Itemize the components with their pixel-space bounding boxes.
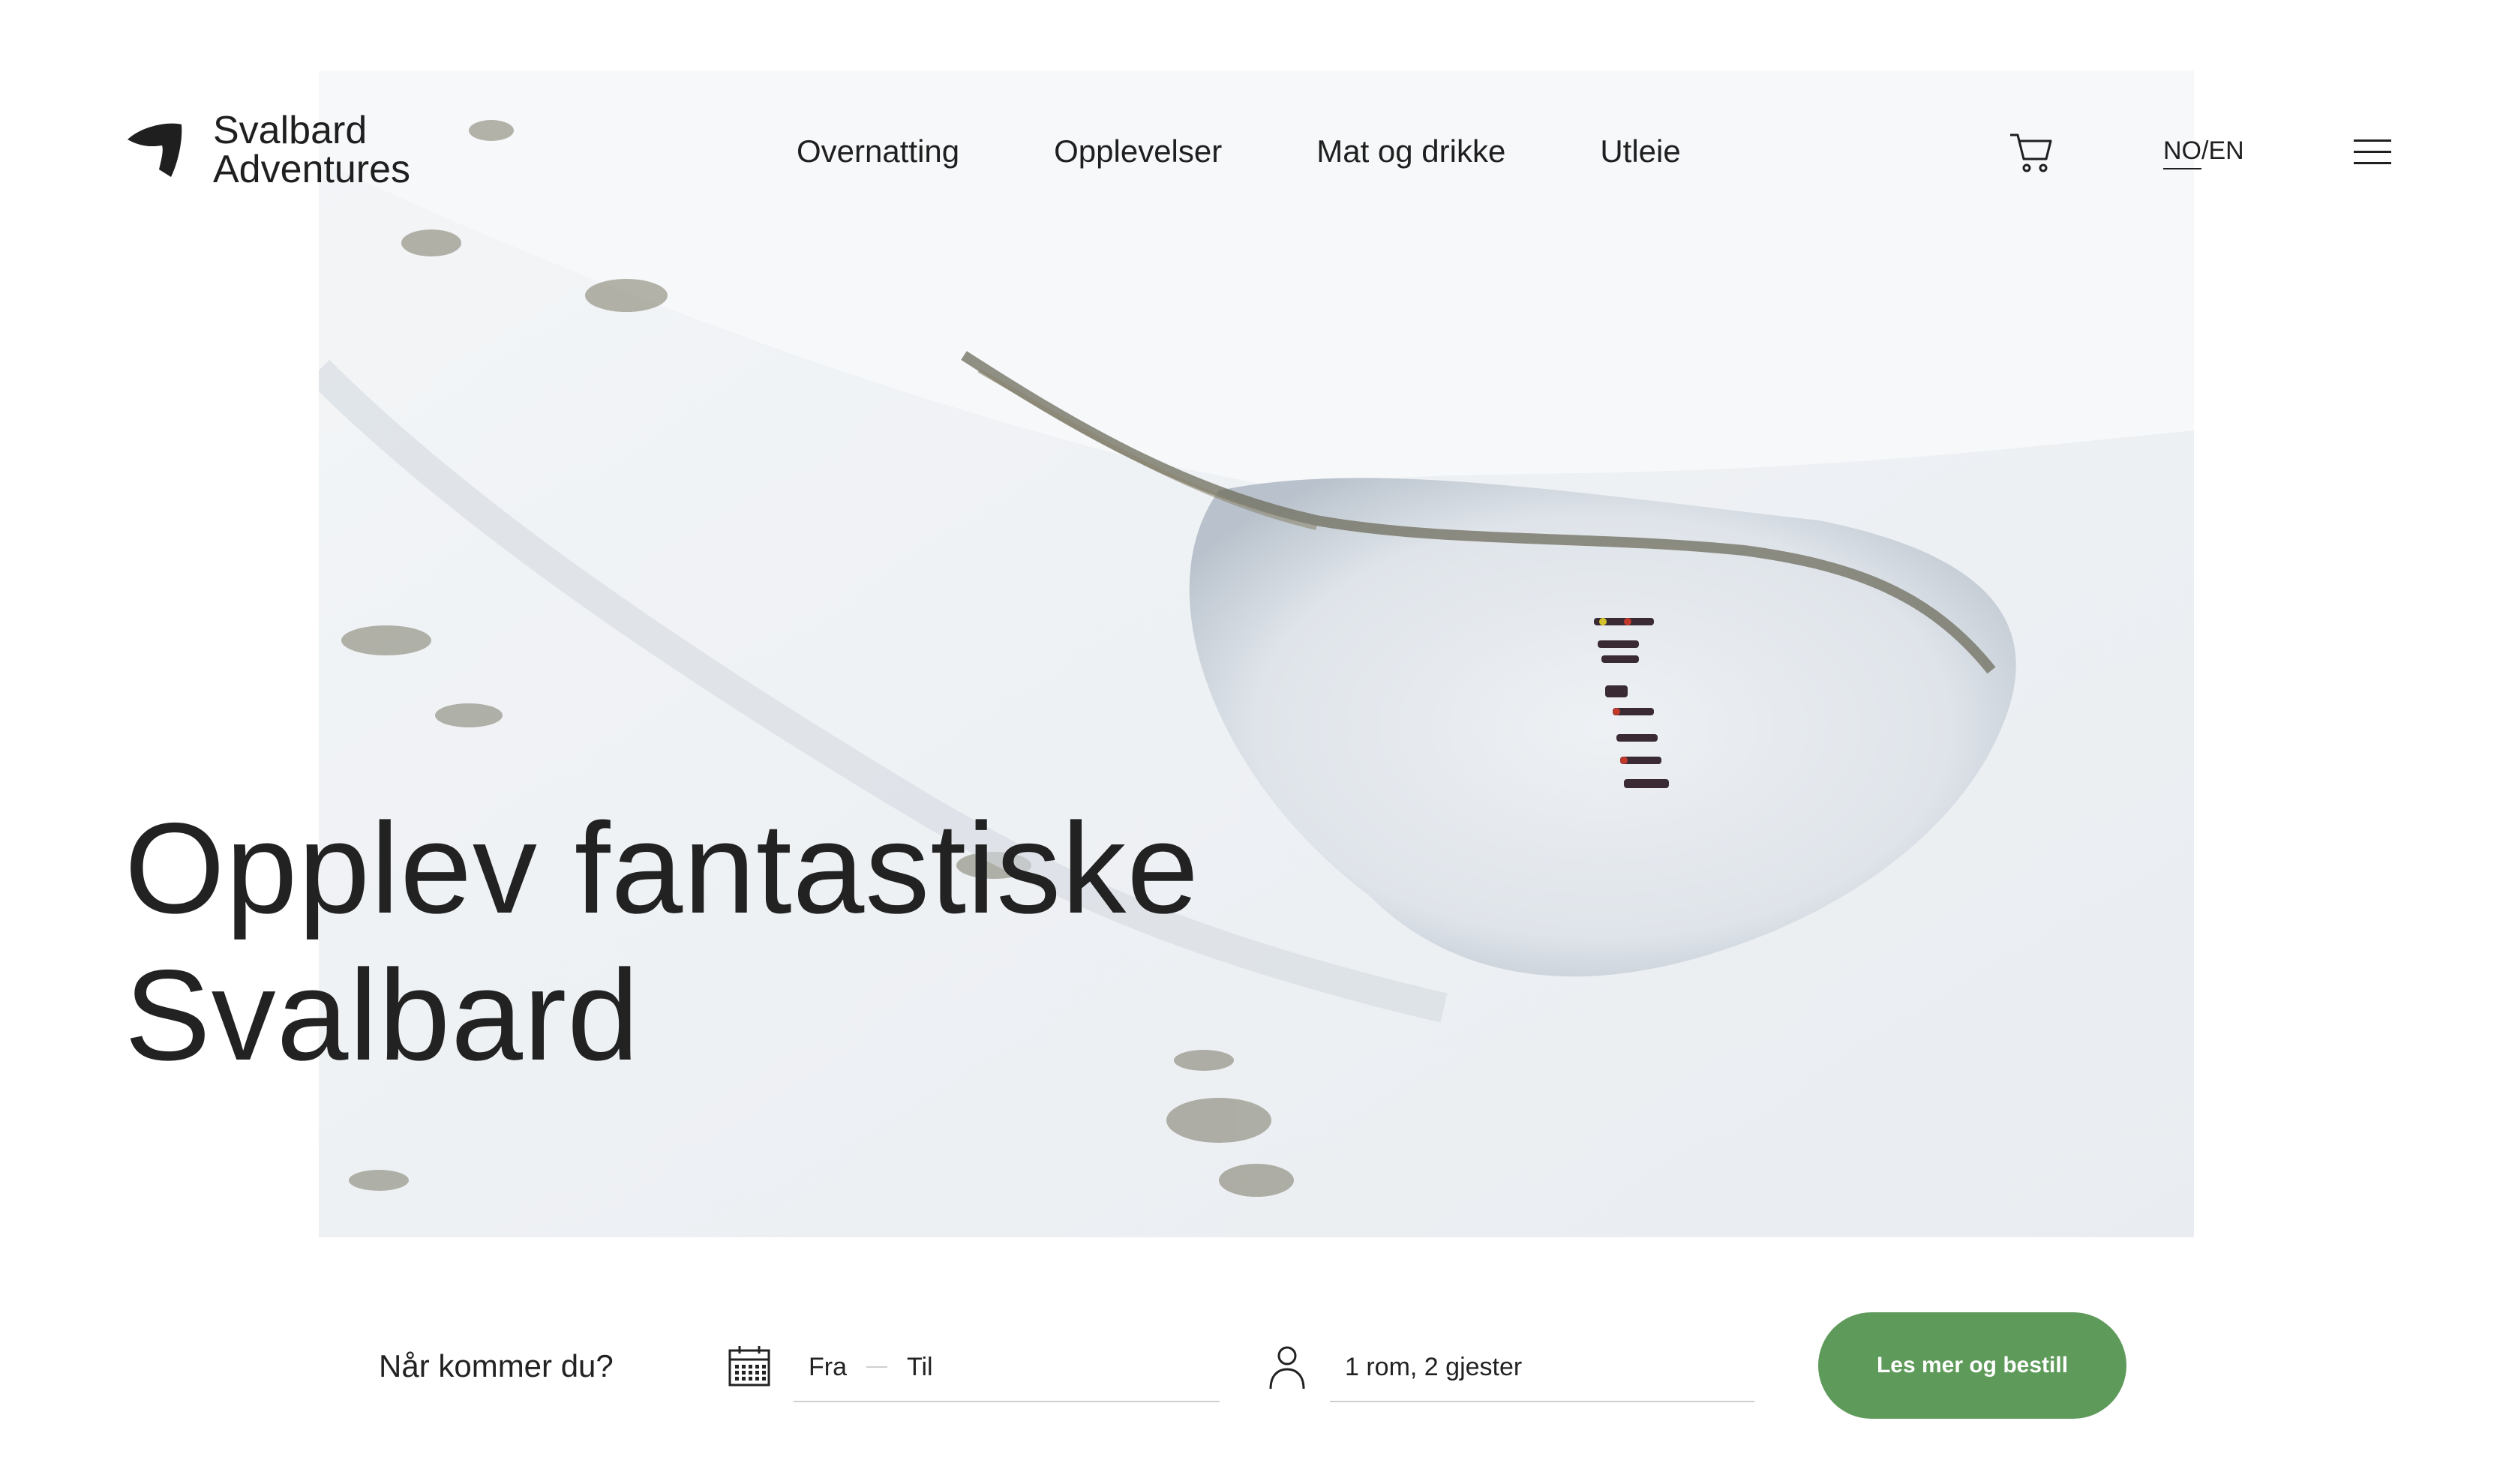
language-switcher: NO/EN — [2163, 136, 2244, 169]
date-to-placeholder[interactable]: Til — [907, 1353, 933, 1382]
arrow-logo-icon — [128, 123, 182, 177]
person-icon — [1269, 1346, 1305, 1390]
main-navigation: Overnatting Opplevelser Mat og drikke Ut… — [797, 129, 1681, 174]
menu-bar — [2354, 151, 2391, 153]
date-from-placeholder[interactable]: Fra — [809, 1353, 847, 1382]
brand-line-1: Svalbard — [213, 109, 368, 152]
date-range-field[interactable]: Fra Til — [794, 1333, 1220, 1402]
booking-question: Når kommer du? — [379, 1348, 614, 1384]
guests-field[interactable]: 1 rom, 2 gjester — [1330, 1333, 1754, 1402]
nav-item-utleie[interactable]: Utleie — [1600, 129, 1680, 174]
calendar-icon[interactable] — [728, 1345, 771, 1388]
lang-no[interactable]: NO — [2163, 136, 2201, 169]
date-separator — [866, 1366, 887, 1368]
nav-item-overnatting[interactable]: Overnatting — [797, 129, 959, 174]
hamburger-menu-icon[interactable] — [2354, 139, 2391, 166]
brand-name: Svalbard Adventures — [213, 111, 410, 189]
nav-item-opplevelser[interactable]: Opplevelser — [1054, 129, 1222, 174]
brand-logo[interactable]: Svalbard Adventures — [125, 111, 410, 189]
lang-en[interactable]: EN — [2208, 136, 2243, 165]
menu-bar — [2354, 162, 2391, 164]
hero-headline-line-2: Svalbard — [125, 943, 640, 1087]
guests-value: 1 rom, 2 gjester — [1345, 1352, 1523, 1381]
brand-line-2: Adventures — [213, 148, 411, 191]
cart-icon[interactable] — [2009, 129, 2055, 175]
nav-item-mat-og-drikke[interactable]: Mat og drikke — [1316, 129, 1505, 174]
hero-headline-line-1: Opplev fantastiske — [125, 796, 1199, 940]
hero-headline: Opplev fantastiske Svalbard — [125, 795, 1400, 1089]
menu-bar — [2354, 139, 2391, 142]
read-more-and-book-button[interactable]: Les mer og bestill — [1818, 1312, 2126, 1419]
